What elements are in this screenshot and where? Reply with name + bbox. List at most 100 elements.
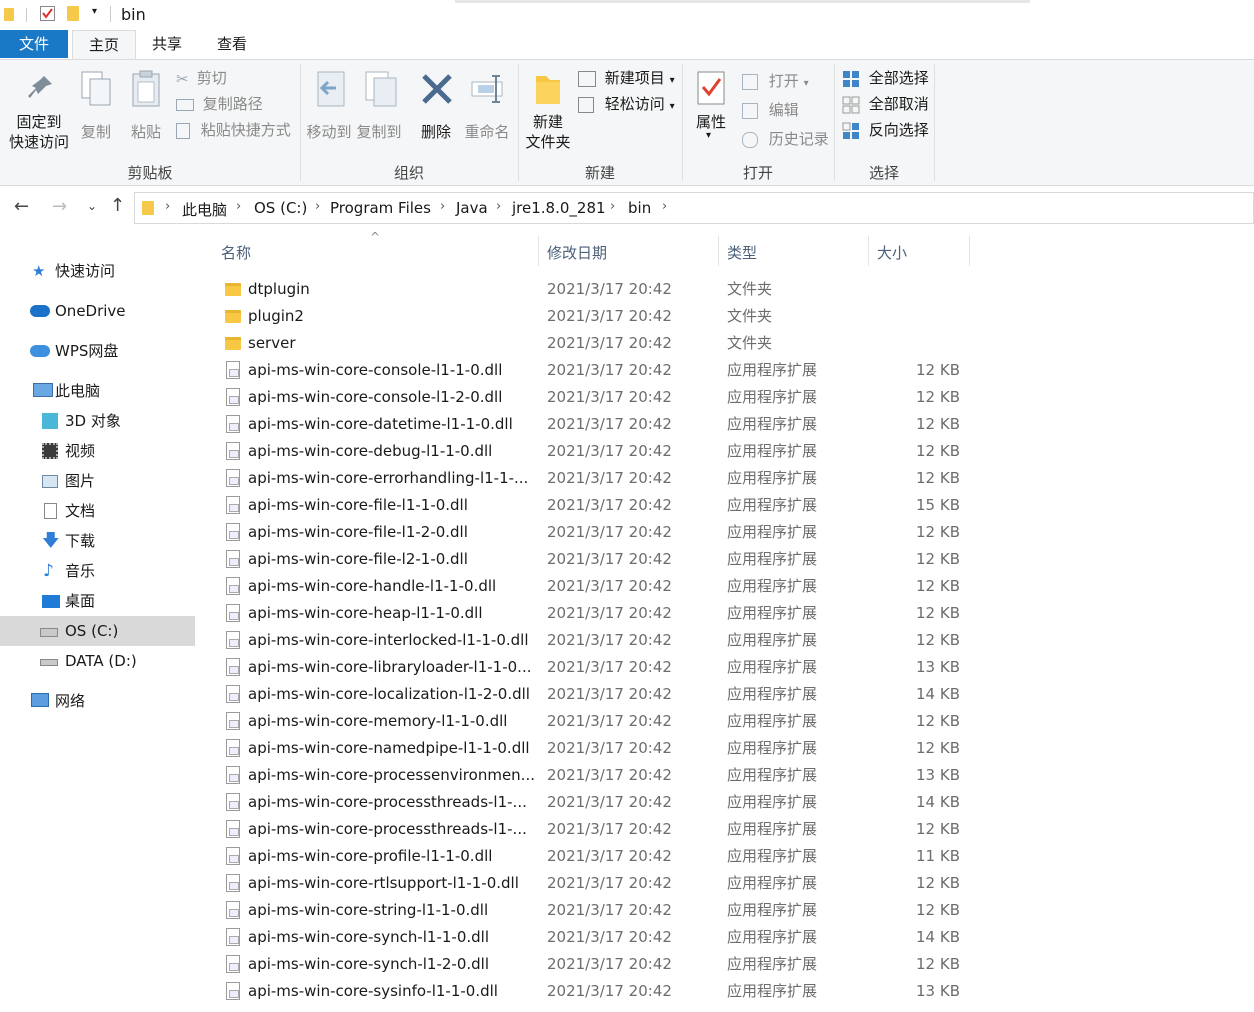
file-row[interactable]: api-ms-win-core-datetime-l1-1-0.dll 2021/…: [212, 411, 972, 438]
tab-home[interactable]: 主页: [72, 30, 136, 59]
file-name: api-ms-win-core-file-l2-1-0.dll: [248, 550, 468, 568]
file-row[interactable]: api-ms-win-core-synch-l1-1-0.dll 2021/3/1…: [212, 924, 972, 951]
new-item-button[interactable]: 新建项目 ▾: [578, 66, 675, 90]
new-folder-button[interactable]: 新建 文件夹: [522, 70, 574, 154]
file-row[interactable]: api-ms-win-core-string-l1-1-0.dll 2021/3/…: [212, 897, 972, 924]
file-row[interactable]: api-ms-win-core-handle-l1-1-0.dll 2021/3/…: [212, 573, 972, 600]
properties-quick-icon[interactable]: [40, 6, 55, 21]
nav-item-quick-access[interactable]: ★ 快速访问: [0, 256, 195, 286]
nav-item-data-d[interactable]: DATA (D:): [0, 646, 195, 676]
forward-arrow-icon[interactable]: →: [52, 196, 67, 217]
pin-label-2: 快速访问: [8, 133, 69, 151]
breadcrumb-java[interactable]: Java: [456, 199, 488, 217]
properties-button[interactable]: 属性 ▾: [688, 68, 734, 152]
nav-item-os-c[interactable]: OS (C:): [0, 616, 195, 646]
invert-selection-button[interactable]: 反向选择: [842, 118, 929, 142]
file-row[interactable]: api-ms-win-core-processthreads-l1-... 202…: [212, 816, 972, 843]
easy-access-button[interactable]: 轻松访问 ▾: [578, 92, 675, 116]
file-row[interactable]: plugin2 2021/3/17 20:42 文件夹: [212, 303, 972, 330]
new-folder-quick-icon[interactable]: [67, 6, 79, 21]
nav-item-3d-objects[interactable]: 3D 对象: [0, 406, 195, 436]
chevron-right-icon[interactable]: ›: [496, 199, 501, 214]
history-button[interactable]: 历史记录: [742, 127, 829, 151]
file-row[interactable]: api-ms-win-core-processenvironmen... 2021…: [212, 762, 972, 789]
nav-item-onedrive[interactable]: OneDrive: [0, 296, 195, 326]
customize-quick-access-icon[interactable]: ▾: [92, 6, 97, 17]
file-row[interactable]: api-ms-win-core-file-l1-1-0.dll 2021/3/17…: [212, 492, 972, 519]
nav-item-network[interactable]: 网络: [0, 686, 195, 716]
file-row[interactable]: api-ms-win-core-namedpipe-l1-1-0.dll 2021…: [212, 735, 972, 762]
breadcrumb-this-pc[interactable]: 此电脑: [182, 199, 227, 220]
file-row[interactable]: api-ms-win-core-console-l1-2-0.dll 2021/3…: [212, 384, 972, 411]
file-row[interactable]: api-ms-win-core-console-l1-1-0.dll 2021/3…: [212, 357, 972, 384]
file-row[interactable]: server 2021/3/17 20:42 文件夹: [212, 330, 972, 357]
file-row[interactable]: api-ms-win-core-profile-l1-1-0.dll 2021/3…: [212, 843, 972, 870]
select-none-button[interactable]: 全部取消: [842, 92, 929, 116]
file-name: api-ms-win-core-profile-l1-1-0.dll: [248, 847, 493, 865]
chevron-right-icon[interactable]: ›: [440, 199, 445, 214]
column-divider[interactable]: [868, 236, 869, 266]
file-row[interactable]: api-ms-win-core-synch-l1-2-0.dll 2021/3/1…: [212, 951, 972, 978]
tab-share[interactable]: 共享: [140, 30, 194, 58]
nav-item-pictures[interactable]: 图片: [0, 466, 195, 496]
column-divider[interactable]: [969, 236, 970, 266]
file-row[interactable]: api-ms-win-core-localization-l1-2-0.dll 2…: [212, 681, 972, 708]
file-row[interactable]: api-ms-win-core-file-l1-2-0.dll 2021/3/17…: [212, 519, 972, 546]
select-all-button[interactable]: 全部选择: [842, 66, 929, 90]
column-header-date[interactable]: 修改日期: [547, 236, 717, 270]
breadcrumb-program-files[interactable]: Program Files: [330, 199, 431, 217]
file-row[interactable]: api-ms-win-core-debug-l1-1-0.dll 2021/3/1…: [212, 438, 972, 465]
breadcrumb-bin[interactable]: bin: [628, 199, 651, 217]
file-row[interactable]: api-ms-win-core-heap-l1-1-0.dll 2021/3/17…: [212, 600, 972, 627]
paste-button[interactable]: 粘贴: [126, 70, 166, 141]
nav-item-downloads[interactable]: 🡇 下载: [0, 526, 195, 556]
recent-locations-chevron-down-icon[interactable]: ⌄: [87, 199, 97, 213]
file-name: server: [248, 334, 296, 352]
address-bar[interactable]: › 此电脑 › OS (C:) › Program Files › Java ›…: [134, 192, 1254, 224]
nav-item-this-pc[interactable]: 此电脑: [0, 376, 195, 406]
paste-shortcut-button[interactable]: 粘贴快捷方式: [176, 118, 291, 142]
move-to-button[interactable]: 移动到: [304, 70, 354, 141]
edit-button[interactable]: 编辑: [742, 98, 799, 122]
nav-item-documents[interactable]: 文档: [0, 496, 195, 526]
file-row[interactable]: api-ms-win-core-libraryloader-l1-1-0... 2…: [212, 654, 972, 681]
cut-button[interactable]: ✂ 剪切: [176, 66, 227, 90]
file-row[interactable]: dtplugin 2021/3/17 20:42 文件夹: [212, 276, 972, 303]
nav-item-videos[interactable]: 视频: [0, 436, 195, 466]
file-date: 2021/3/17 20:42: [547, 766, 672, 784]
file-row[interactable]: api-ms-win-core-file-l2-1-0.dll 2021/3/17…: [212, 546, 972, 573]
up-arrow-icon[interactable]: ↑: [110, 195, 125, 216]
nav-item-music[interactable]: ♪ 音乐: [0, 556, 195, 586]
file-row[interactable]: api-ms-win-core-sysinfo-l1-1-0.dll 2021/3…: [212, 978, 972, 1005]
file-row[interactable]: api-ms-win-core-memory-l1-1-0.dll 2021/3/…: [212, 708, 972, 735]
nav-item-wps[interactable]: WPS网盘: [0, 336, 195, 366]
drive-icon: [40, 659, 58, 666]
file-row[interactable]: api-ms-win-core-processthreads-l1-... 202…: [212, 789, 972, 816]
tab-file[interactable]: 文件: [0, 30, 68, 58]
file-row[interactable]: api-ms-win-core-interlocked-l1-1-0.dll 20…: [212, 627, 972, 654]
column-header-name[interactable]: 名称: [221, 236, 537, 270]
chevron-right-icon[interactable]: ›: [662, 199, 667, 214]
column-header-type[interactable]: 类型: [727, 236, 867, 270]
copy-button[interactable]: 复制: [76, 70, 116, 141]
nav-item-desktop[interactable]: 桌面: [0, 586, 195, 616]
tab-view[interactable]: 查看: [205, 30, 259, 58]
chevron-right-icon[interactable]: ›: [315, 199, 320, 214]
pin-to-quick-access-button[interactable]: 固定到 快速访问: [6, 70, 72, 162]
column-header-size[interactable]: 大小: [877, 236, 967, 270]
column-divider[interactable]: [718, 236, 719, 266]
copy-path-button[interactable]: 复制路径: [176, 92, 263, 116]
open-button[interactable]: 打开 ▾: [742, 69, 809, 93]
column-divider[interactable]: [538, 236, 539, 266]
chevron-right-icon[interactable]: ›: [610, 199, 615, 214]
breadcrumb-os-c[interactable]: OS (C:): [254, 199, 307, 217]
copy-to-button[interactable]: 复制到: [354, 70, 404, 141]
back-arrow-icon[interactable]: ←: [14, 196, 29, 217]
file-row[interactable]: api-ms-win-core-errorhandling-l1-1-... 20…: [212, 465, 972, 492]
breadcrumb-jre[interactable]: jre1.8.0_281: [512, 199, 606, 217]
chevron-right-icon[interactable]: ›: [236, 199, 241, 214]
dropdown-arrow-icon[interactable]: ▾: [706, 130, 711, 141]
rename-button[interactable]: 重命名: [462, 70, 512, 141]
delete-button[interactable]: 删除: [414, 70, 458, 141]
file-row[interactable]: api-ms-win-core-rtlsupport-l1-1-0.dll 202…: [212, 870, 972, 897]
